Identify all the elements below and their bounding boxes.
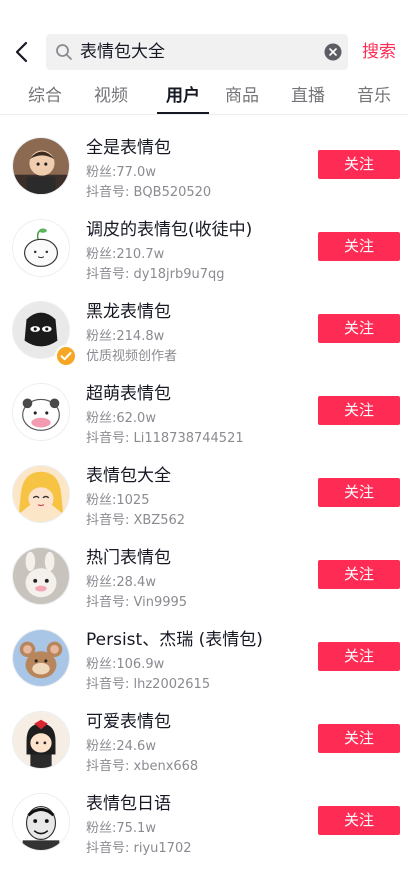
tab-comprehensive[interactable]: 综合 <box>28 84 62 108</box>
user-name[interactable]: 可爱表情包 <box>86 710 171 734</box>
user-name[interactable]: 调皮的表情包(收徒中) <box>86 218 252 242</box>
user-fans-count: 粉丝:106.9w <box>86 657 165 672</box>
user-douyin-id: 抖音号: xbenx668 <box>86 759 199 774</box>
creator-tag: 优质视频创作者 <box>86 349 178 364</box>
user-fans-count: 粉丝:210.7w <box>86 247 165 262</box>
user-row[interactable]: 表情包大全 粉丝:1025 抖音号: XBZ562 关注 <box>0 459 408 541</box>
follow-button[interactable]: 关注 <box>318 642 400 671</box>
back-button[interactable] <box>10 36 36 68</box>
user-fans-count: 粉丝:1025 <box>86 493 150 508</box>
user-douyin-id: 抖音号: dy18jrb9u7qg <box>86 267 225 282</box>
follow-button[interactable]: 关注 <box>318 150 400 179</box>
search-submit-button[interactable]: 搜索 <box>362 40 396 64</box>
user-row[interactable]: 超萌表情包 粉丝:62.0w 抖音号: Li118738744521 关注 <box>0 377 408 459</box>
user-name[interactable]: 超萌表情包 <box>86 382 171 406</box>
user-row[interactable]: 调皮的表情包(收徒中) 粉丝:210.7w 抖音号: dy18jrb9u7qg … <box>0 213 408 295</box>
avatar[interactable] <box>12 711 70 769</box>
avatar[interactable] <box>12 793 70 851</box>
user-fans-count: 粉丝:75.1w <box>86 821 156 836</box>
user-row[interactable]: 热门表情包 粉丝:28.4w 抖音号: Vin9995 关注 <box>0 541 408 623</box>
user-douyin-id: 抖音号: riyu1702 <box>86 841 192 856</box>
user-name[interactable]: 黑龙表情包 <box>86 300 171 324</box>
avatar[interactable] <box>12 465 70 523</box>
follow-button[interactable]: 关注 <box>318 806 400 835</box>
tab-music[interactable]: 音乐 <box>357 84 391 108</box>
user-row[interactable]: 可爱表情包 粉丝:24.6w 抖音号: xbenx668 关注 <box>0 705 408 787</box>
tab-users[interactable]: 用户 <box>166 84 200 108</box>
user-name[interactable]: 热门表情包 <box>86 546 171 570</box>
search-header: 表情包大全 搜索 <box>0 28 408 76</box>
avatar[interactable] <box>12 383 70 441</box>
user-douyin-id: 抖音号: BQB520520 <box>86 185 212 200</box>
verified-badge-icon <box>55 345 77 367</box>
follow-button[interactable]: 关注 <box>318 396 400 425</box>
search-icon <box>56 44 72 60</box>
user-douyin-id: 抖音号: lhz2002615 <box>86 677 211 692</box>
tab-products[interactable]: 商品 <box>225 84 259 108</box>
follow-button[interactable]: 关注 <box>318 314 400 343</box>
avatar[interactable] <box>12 629 70 687</box>
user-fans-count: 粉丝:62.0w <box>86 411 156 426</box>
user-name[interactable]: 表情包日语 <box>86 792 171 816</box>
follow-button[interactable]: 关注 <box>318 232 400 261</box>
user-row[interactable]: 表情包日语 粉丝:75.1w 抖音号: riyu1702 关注 <box>0 787 408 869</box>
tab-divider <box>0 114 408 115</box>
user-fans-count: 粉丝:77.0w <box>86 165 156 180</box>
user-row[interactable]: 全是表情包 粉丝:77.0w 抖音号: BQB520520 关注 <box>0 131 408 213</box>
user-name[interactable]: 表情包大全 <box>86 464 171 488</box>
tab-live[interactable]: 直播 <box>291 84 325 108</box>
user-douyin-id: 抖音号: Vin9995 <box>86 595 188 610</box>
user-fans-count: 粉丝:28.4w <box>86 575 156 590</box>
search-input[interactable]: 表情包大全 <box>46 34 348 70</box>
follow-button[interactable]: 关注 <box>318 560 400 589</box>
follow-button[interactable]: 关注 <box>318 724 400 753</box>
user-row[interactable]: 黑龙表情包 粉丝:214.8w 优质视频创作者 关注 <box>0 295 408 377</box>
avatar[interactable] <box>12 219 70 277</box>
user-douyin-id: 抖音号: Li118738744521 <box>86 431 244 446</box>
user-fans-count: 粉丝:24.6w <box>86 739 156 754</box>
avatar[interactable] <box>12 137 70 195</box>
user-name[interactable]: 全是表情包 <box>86 136 171 160</box>
chevron-left-icon <box>15 41 28 63</box>
search-query[interactable]: 表情包大全 <box>80 41 165 63</box>
user-fans-count: 粉丝:214.8w <box>86 329 165 344</box>
user-douyin-id: 抖音号: XBZ562 <box>86 513 186 528</box>
tab-videos[interactable]: 视频 <box>94 84 128 108</box>
avatar[interactable] <box>12 547 70 605</box>
search-tabs: 综合 视频 用户 商品 直播 音乐 <box>0 82 408 116</box>
user-row[interactable]: Persist、杰瑞 (表情包) 粉丝:106.9w 抖音号: lhz20026… <box>0 623 408 705</box>
follow-button[interactable]: 关注 <box>318 478 400 507</box>
clear-icon[interactable] <box>324 43 342 61</box>
user-name[interactable]: Persist、杰瑞 (表情包) <box>86 628 263 652</box>
